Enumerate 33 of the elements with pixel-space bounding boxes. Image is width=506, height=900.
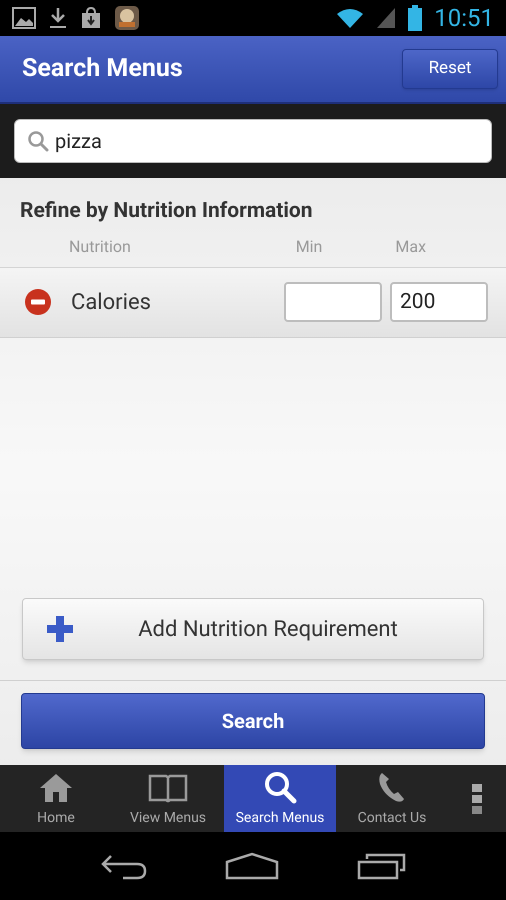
wifi-icon	[336, 7, 364, 29]
column-header: Nutrition	[69, 236, 131, 258]
nutrition-name: Calories	[71, 288, 152, 316]
remove-icon[interactable]	[24, 288, 52, 316]
tab[interactable]: Contact Us	[336, 765, 448, 832]
max-field[interactable]: 200	[390, 282, 488, 322]
screen-title: Search Menus	[22, 53, 183, 86]
column-header: Min	[296, 236, 322, 258]
search-icon	[262, 770, 298, 804]
plus-icon	[45, 614, 75, 644]
reset-button[interactable]: Reset	[402, 49, 498, 89]
column-header: Max	[395, 236, 426, 258]
back-icon[interactable]	[99, 852, 147, 880]
bag-icon	[80, 6, 102, 30]
book-icon	[147, 772, 189, 804]
recent-apps-icon[interactable]	[357, 852, 407, 880]
search-icon	[27, 130, 49, 152]
search-field[interactable]: pizza	[14, 119, 492, 163]
signal-icon	[376, 7, 396, 29]
home-icon	[38, 772, 74, 804]
download-icon	[48, 6, 68, 30]
tab[interactable]: View Menus	[112, 765, 224, 832]
tab[interactable]: Search Menus	[224, 765, 336, 832]
min-field[interactable]	[284, 282, 382, 322]
section-title: Refine by Nutrition Information	[19, 198, 313, 225]
tab[interactable]: Home	[0, 765, 112, 832]
app-icon	[114, 5, 140, 31]
status-time: 10:51	[434, 3, 494, 34]
home-icon[interactable]	[225, 852, 279, 880]
image-icon	[12, 7, 36, 29]
search-button[interactable]: Search	[21, 693, 485, 749]
add-requirement-button[interactable]: Add Nutrition Requirement	[22, 598, 484, 660]
battery-icon	[408, 5, 422, 31]
